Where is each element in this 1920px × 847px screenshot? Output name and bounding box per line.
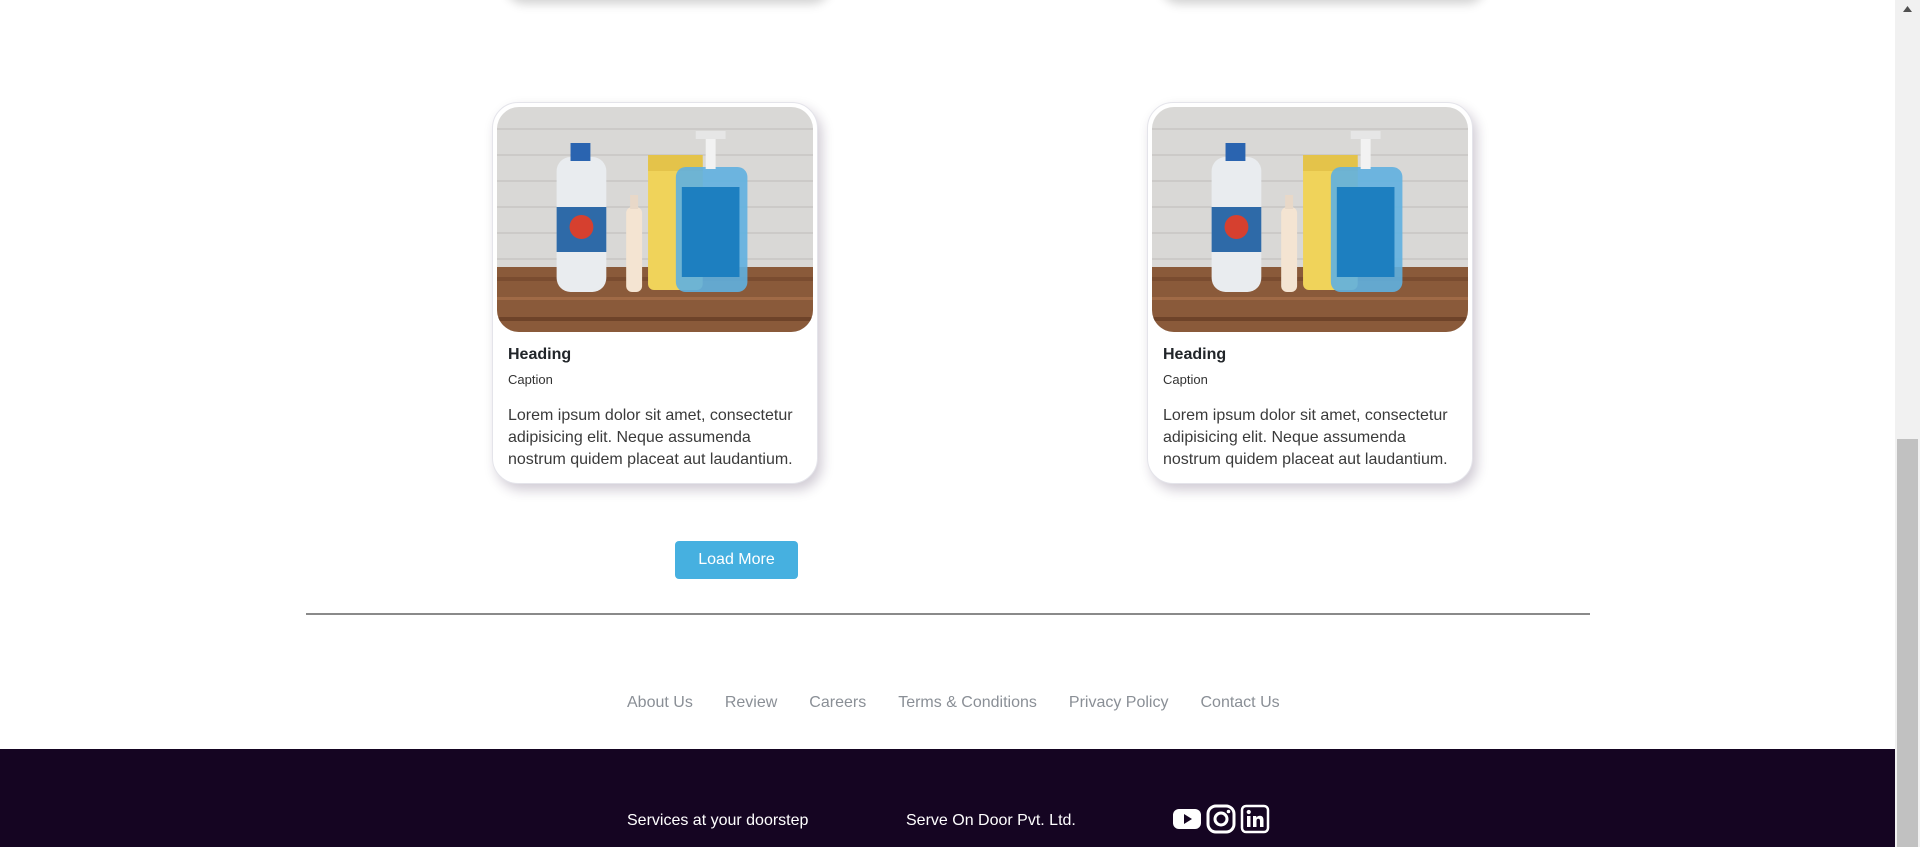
footer-link-about-us[interactable]: About Us [627, 693, 693, 713]
youtube-icon[interactable] [1172, 804, 1202, 834]
scrollbar-thumb[interactable] [1897, 439, 1918, 847]
card-text: Lorem ipsum dolor sit amet, consectetur … [1163, 407, 1448, 468]
social-links [1172, 804, 1270, 834]
card-caption: Caption [508, 372, 553, 387]
instagram-icon[interactable] [1206, 804, 1236, 834]
page: Heading Caption Lorem ipsum dolor sit am… [0, 0, 1895, 847]
card-heading: Heading [1163, 346, 1227, 363]
footer-link-contact[interactable]: Contact Us [1200, 693, 1279, 713]
footer-link-privacy[interactable]: Privacy Policy [1069, 693, 1169, 713]
site-footer: Services at your doorstep Serve On Door … [0, 749, 1895, 847]
linkedin-icon[interactable] [1240, 804, 1270, 834]
scroll-up-icon[interactable] [1895, 0, 1920, 17]
product-card[interactable]: Heading Caption Lorem ipsum dolor sit am… [492, 102, 818, 484]
footer-tagline: Services at your doorstep [627, 812, 809, 829]
footer-nav: About Us Review Careers Terms & Conditio… [627, 693, 1312, 713]
footer-link-review[interactable]: Review [725, 693, 777, 713]
company-name: Serve On Door Pvt. Ltd. [906, 812, 1076, 829]
card-heading: Heading [508, 346, 572, 363]
divider [306, 613, 1590, 615]
load-more-button[interactable]: Load More [675, 541, 798, 579]
card-image [1152, 107, 1468, 332]
card-caption: Caption [1163, 372, 1208, 387]
footer-link-careers[interactable]: Careers [809, 693, 866, 713]
vertical-scrollbar[interactable] [1895, 0, 1920, 847]
card-image [497, 107, 813, 332]
product-card[interactable]: Heading Caption Lorem ipsum dolor sit am… [1147, 102, 1473, 484]
footer-link-terms[interactable]: Terms & Conditions [898, 693, 1037, 713]
card-text: Lorem ipsum dolor sit amet, consectetur … [508, 407, 793, 468]
